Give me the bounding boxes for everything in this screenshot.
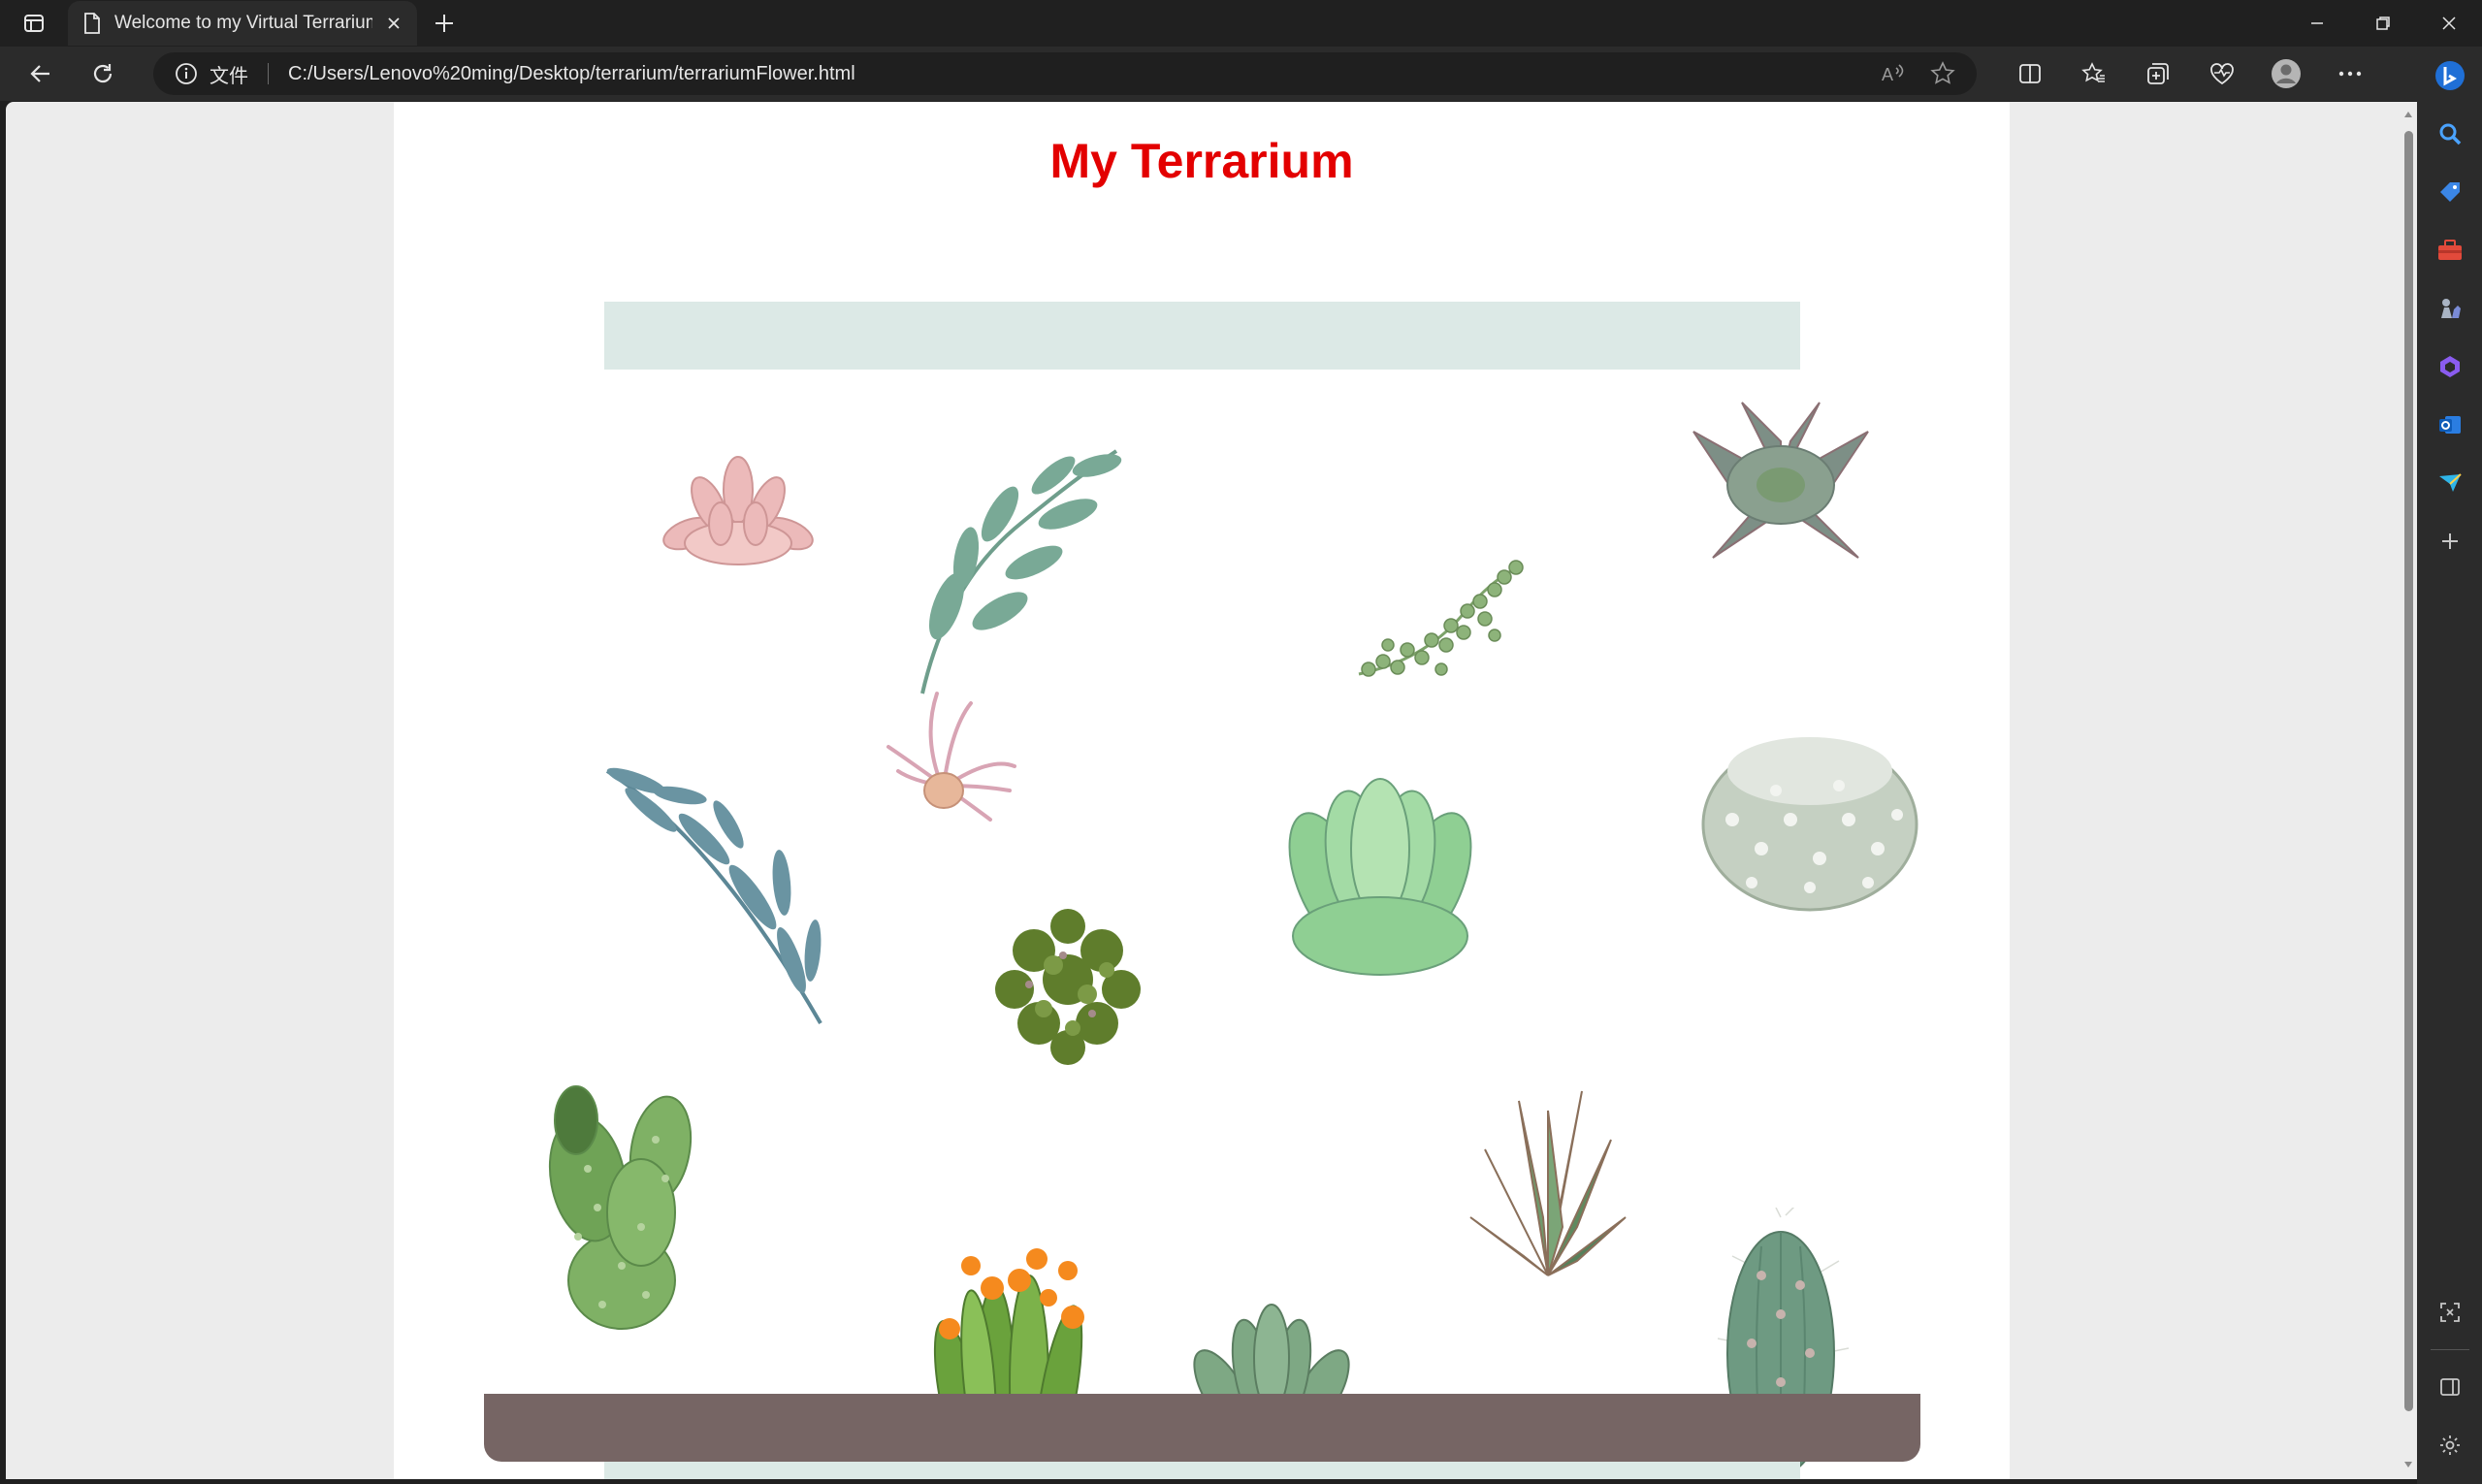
- office-icon: [2439, 356, 2460, 377]
- browser-essentials-button[interactable]: [2190, 47, 2254, 101]
- back-arrow-icon: [30, 65, 49, 82]
- favorites-button[interactable]: [2062, 47, 2126, 101]
- plus-icon: [2441, 533, 2458, 549]
- gear-icon: [2439, 1436, 2460, 1455]
- tab-actions-button[interactable]: [0, 0, 68, 47]
- page-viewport: My Terrarium: [6, 102, 2400, 1479]
- sidebar-bottom: [2417, 1283, 2482, 1484]
- prickly-pear-cactus[interactable]: [539, 1072, 704, 1334]
- green-echeveria[interactable]: [1278, 771, 1482, 984]
- copilot-button[interactable]: [2417, 47, 2482, 105]
- restore-button[interactable]: [2350, 0, 2416, 47]
- sidebar-add-button[interactable]: [2417, 512, 2482, 570]
- send-icon: [2438, 473, 2462, 492]
- profile-button[interactable]: [2254, 47, 2318, 101]
- page-title: My Terrarium: [1049, 134, 1354, 188]
- sidebar-outlook-button[interactable]: [2417, 396, 2482, 454]
- jar-top: [604, 302, 1800, 370]
- address-separator: [268, 63, 269, 84]
- title-bar: Welcome to my Virtual Terrarium: [0, 0, 2482, 47]
- vertical-scrollbar[interactable]: [2400, 102, 2417, 1479]
- window-bottom-edge: [0, 1479, 2417, 1484]
- string-of-pearls[interactable]: [1349, 553, 1533, 689]
- star-icon[interactable]: [1930, 61, 1955, 86]
- plus-icon: [435, 15, 453, 32]
- close-icon: [2442, 16, 2456, 30]
- edge-sidebar: [2417, 47, 2482, 1484]
- screenshot-icon: [2439, 1303, 2460, 1322]
- favorites-icon: [2081, 62, 2105, 82]
- browser-essentials-icon: [2210, 63, 2234, 85]
- outlook-icon: [2438, 416, 2461, 434]
- site-info-label[interactable]: 文件: [210, 60, 248, 88]
- collections-icon: [2147, 63, 2169, 84]
- refresh-icon: [93, 64, 113, 83]
- chess-piece-icon: [2440, 299, 2461, 318]
- search-icon: [2439, 123, 2461, 145]
- terrarium-page: My Terrarium: [394, 102, 2010, 1479]
- sidebar-settings-button[interactable]: [2417, 1416, 2482, 1474]
- shopping-tag-icon: [2439, 182, 2460, 202]
- sidebar-drop-button[interactable]: [2417, 454, 2482, 512]
- info-icon[interactable]: [175, 62, 198, 85]
- scroll-down-arrow-icon[interactable]: [2403, 1460, 2413, 1469]
- jar-base: [484, 1394, 1920, 1462]
- close-window-button[interactable]: [2416, 0, 2482, 47]
- screenshot-button[interactable]: [2417, 1283, 2482, 1341]
- air-plant[interactable]: [884, 689, 1019, 824]
- svg-text:A: A: [1882, 65, 1893, 84]
- hide-sidebar-button[interactable]: [2417, 1358, 2482, 1416]
- page-icon: [84, 13, 100, 34]
- toolbox-icon: [2437, 240, 2462, 260]
- tab-title: Welcome to my Virtual Terrarium: [114, 13, 372, 33]
- jar-bottom: [604, 1462, 1800, 1479]
- profile-icon: [2272, 59, 2301, 88]
- new-tab-button[interactable]: [417, 0, 471, 47]
- address-bar[interactable]: 文件 C:/Users/Lenovo%20ming/Desktop/terrar…: [153, 52, 1977, 95]
- sidebar-search-button[interactable]: [2417, 105, 2482, 163]
- echeveria-gray[interactable]: [1674, 393, 1887, 567]
- read-aloud-icon[interactable]: A: [1882, 62, 1907, 85]
- eucalyptus-sprig[interactable]: [908, 422, 1131, 703]
- sidebar-m365-button[interactable]: [2417, 338, 2482, 396]
- round-cactus[interactable]: [1693, 713, 1926, 917]
- collections-button[interactable]: [2126, 47, 2190, 101]
- pink-succulent[interactable]: [651, 441, 825, 587]
- address-bar-actions: A: [1882, 61, 1955, 86]
- back-button[interactable]: [10, 47, 72, 101]
- window-controls: [2284, 0, 2482, 47]
- more-button[interactable]: [2318, 47, 2382, 101]
- split-screen-icon: [2019, 64, 2041, 83]
- sidebar-toggle-icon: [2439, 1378, 2460, 1396]
- blue-fern-sprig[interactable]: [597, 752, 840, 1033]
- sidebar-tools-button[interactable]: [2417, 221, 2482, 279]
- sidebar-shopping-button[interactable]: [2417, 163, 2482, 221]
- leafy-shrub[interactable]: [985, 897, 1150, 1072]
- active-tab[interactable]: Welcome to my Virtual Terrarium: [68, 1, 417, 46]
- url-text[interactable]: C:/Users/Lenovo%20ming/Desktop/terrarium…: [288, 63, 1870, 85]
- close-tab-icon[interactable]: [386, 16, 402, 31]
- scroll-thumb[interactable]: [2404, 131, 2413, 1411]
- copilot-icon: [2434, 61, 2465, 90]
- refresh-button[interactable]: [72, 47, 134, 101]
- scroll-up-arrow-icon[interactable]: [2403, 110, 2413, 119]
- sidebar-games-button[interactable]: [2417, 279, 2482, 338]
- more-icon: [2338, 71, 2362, 77]
- navigation-toolbar: 文件 C:/Users/Lenovo%20ming/Desktop/terrar…: [0, 47, 2482, 101]
- aloe-succulent[interactable]: [1466, 1081, 1630, 1285]
- restore-icon: [2376, 16, 2390, 30]
- minimize-button[interactable]: [2284, 0, 2350, 47]
- sidebar-separator: [2430, 1349, 2469, 1350]
- tab-actions-icon: [24, 15, 44, 32]
- minimize-icon: [2311, 22, 2323, 24]
- toolbar-icons: [1998, 47, 2382, 101]
- split-screen-button[interactable]: [1998, 47, 2062, 101]
